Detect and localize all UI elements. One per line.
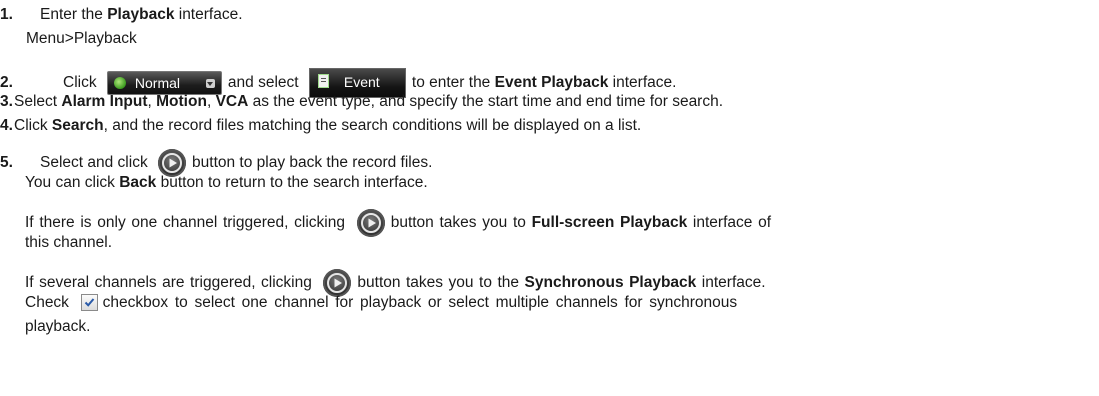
menu-path: Menu>Playback — [26, 30, 137, 47]
chevron-down-icon — [205, 79, 215, 88]
step-text: button takes you to the — [357, 274, 525, 292]
step-bold: Event Playback — [494, 74, 609, 92]
step-text: If several channels are triggered, click… — [25, 274, 312, 292]
step-text: If there is only one channel triggered, … — [25, 214, 345, 232]
step-text: interface of — [687, 214, 772, 232]
single-channel-note-cont: this channel. — [25, 234, 113, 251]
step-1: 1. Enter the Playback interface. — [0, 5, 243, 25]
step-number: 5. — [0, 154, 13, 172]
step-text: button to play back the record files. — [192, 154, 433, 172]
step-text: Check — [25, 294, 69, 311]
step-text: button takes you to — [390, 214, 532, 232]
step-text: as the event type, and specify the start… — [248, 93, 724, 110]
step-text: to enter the — [411, 74, 495, 92]
step-3: 3.Select Alarm Input, Motion, VCA as the… — [0, 92, 723, 112]
step-text: Click — [14, 117, 52, 134]
step-text: button to return to the search interface… — [156, 174, 428, 191]
normal-label: Normal — [134, 75, 181, 91]
step-text: checkbox to select one channel for playb… — [102, 294, 738, 311]
step-bold: Motion — [156, 93, 207, 110]
step-bold: Back — [119, 174, 157, 191]
green-dot-icon — [113, 77, 126, 89]
step-number: 4. — [0, 117, 13, 134]
step-text: Select and click — [40, 154, 148, 172]
step-text: interface. — [174, 6, 243, 23]
step-text: Enter the — [40, 6, 108, 23]
step-bold: Full-screen Playback — [531, 214, 688, 232]
step-text: interface. — [608, 74, 677, 92]
step-bold: VCA — [215, 93, 249, 110]
step-bold: Synchronous Playback — [524, 274, 697, 292]
step-bold: Search — [51, 117, 104, 134]
step-text: Click — [63, 74, 97, 92]
single-channel-note: If there is only one channel triggered, … — [25, 209, 771, 237]
step-bold: Playback — [107, 6, 175, 23]
checkbox-checked-icon[interactable] — [80, 294, 98, 312]
back-note: You can click Back button to return to t… — [25, 173, 428, 193]
document-icon — [317, 74, 329, 88]
step-text: , — [147, 93, 157, 110]
step-bold: Alarm Input — [61, 93, 148, 110]
step-text: , and the record files matching the sear… — [103, 117, 642, 134]
step-text: You can click — [25, 174, 120, 191]
checkbox-note-cont: playback. — [25, 318, 91, 335]
step-number: 2. — [0, 74, 13, 92]
step-number: 3. — [0, 93, 13, 110]
step-text: interface. — [696, 274, 766, 292]
step-text: Select — [14, 93, 62, 110]
checkbox-note: Check checkbox to select one channel for… — [25, 293, 737, 313]
step-text: and select — [227, 74, 299, 92]
step-number: 1. — [0, 6, 13, 23]
play-icon[interactable] — [356, 209, 385, 237]
step-text: , — [206, 93, 216, 110]
step-4: 4.Click Search, and the record files mat… — [0, 116, 641, 136]
